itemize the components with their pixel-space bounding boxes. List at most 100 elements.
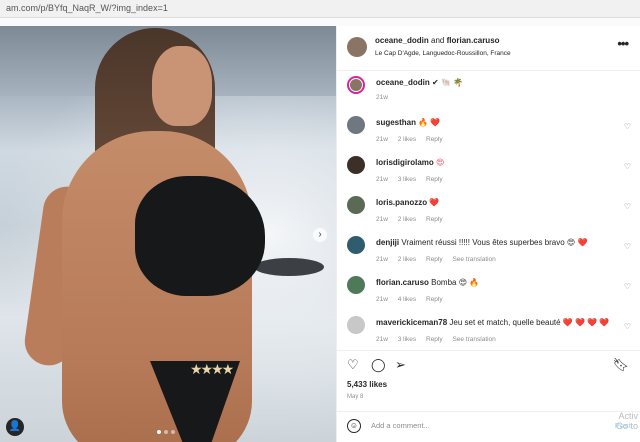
comment-meta: 21w 3 likes Reply See translation (376, 334, 616, 345)
carousel-dot (157, 430, 161, 434)
heart-icon[interactable]: ♡ (347, 357, 359, 373)
comment-likes[interactable]: 2 likes (398, 136, 416, 143)
comments-list[interactable]: oceane_dodin ✔ 🐚 🌴 21w sugesthan 🔥 ❤️ 21… (337, 72, 640, 348)
comment-time: 21w (376, 216, 388, 223)
comment-text: 😍 (436, 158, 445, 167)
post-photo[interactable]: ★★★★ › 👤 (0, 26, 336, 442)
post-actions: ♡ ◯ ➢ 🔖︎ (337, 350, 640, 374)
comment-meta: 21w 3 likes Reply (376, 174, 616, 185)
comment-meta: 21w 2 likes Reply (376, 134, 616, 145)
carousel-dots (157, 430, 175, 434)
comment-text: 🔥 ❤️ (418, 118, 441, 127)
reply-button[interactable]: Reply (426, 136, 443, 143)
post-header: oceane_dodin and florian.caruso Le Cap D… (337, 26, 640, 71)
comment-body: sugesthan 🔥 ❤️ 21w 2 likes Reply (376, 117, 616, 145)
comment-text: ❤️ (429, 198, 440, 207)
url-text: am.com/p/BYfq_NaqR_W/?img_index=1 (6, 3, 168, 13)
comment-meta: 21w 2 likes Reply (376, 214, 616, 225)
reply-button[interactable]: Reply (426, 216, 443, 223)
comment-body: lorisdigirolamo 😍 21w 3 likes Reply (376, 157, 616, 185)
emoji-icon[interactable]: ☺ (347, 419, 361, 433)
carousel-dot (164, 430, 168, 434)
comment-text: ✔ 🐚 🌴 (432, 78, 464, 87)
reply-button[interactable]: Reply (426, 296, 443, 303)
watermark-line: Activ (618, 411, 638, 421)
carousel-dot (171, 430, 175, 434)
comment-likes[interactable]: 3 likes (398, 336, 416, 343)
comment-username[interactable]: lorisdigirolamo (376, 158, 434, 167)
add-comment-bar: ☺ Add a comment... Post (337, 411, 640, 442)
post-date: May 8 (347, 394, 364, 400)
more-icon[interactable]: ••• (617, 36, 629, 51)
comment-text: Bomba 😍 🔥 (431, 278, 480, 287)
heart-icon[interactable]: ♡ (624, 242, 631, 251)
comment-text: Vraiment réussi !!!!! Vous êtes superbes… (401, 238, 588, 247)
comment-text: Jeu set et match, quelle beauté ❤️ ❤️ ❤️… (449, 318, 610, 327)
comment-username[interactable]: florian.caruso (376, 278, 429, 287)
avatar[interactable] (347, 156, 365, 174)
comment-time: 21w (376, 176, 388, 183)
photo-rock (254, 258, 324, 276)
reply-button[interactable]: Reply (426, 176, 443, 183)
photo-face (152, 46, 212, 126)
likes-count[interactable]: 5,433 likes (347, 380, 387, 389)
comment-icon[interactable]: ◯ (371, 357, 386, 373)
heart-icon[interactable]: ♡ (624, 282, 631, 291)
avatar[interactable] (347, 76, 365, 94)
comment-likes[interactable]: 3 likes (398, 176, 416, 183)
share-icon[interactable]: ➢ (395, 357, 406, 373)
avatar[interactable] (347, 116, 365, 134)
comment-time: 21w (376, 296, 388, 303)
photo-swimsuit-top (135, 176, 265, 296)
comment-likes[interactable]: 2 likes (398, 216, 416, 223)
caption-body: oceane_dodin ✔ 🐚 🌴 21w (376, 77, 616, 103)
comment-meta: 21w 2 likes Reply See translation (376, 254, 616, 265)
see-translation-link[interactable]: See translation (452, 256, 495, 263)
comment-time: 21w (376, 94, 388, 101)
post-authors: oceane_dodin and florian.caruso (375, 36, 500, 45)
reply-button[interactable]: Reply (426, 336, 443, 343)
comment-username[interactable]: sugesthan (376, 118, 416, 127)
comment-input[interactable]: Add a comment... (371, 421, 430, 430)
os-activation-watermark: Activ Go to (616, 411, 638, 431)
avatar[interactable] (347, 37, 367, 57)
see-translation-link[interactable]: See translation (452, 336, 495, 343)
location-link[interactable]: Le Cap D'Agde, Languedoc-Roussillon, Fra… (375, 50, 511, 57)
comment-body: maverickiceman78 Jeu set et match, quell… (376, 317, 616, 345)
comment-body: loris.panozzo ❤️ 21w 2 likes Reply (376, 197, 616, 225)
heart-icon[interactable]: ♡ (624, 122, 631, 131)
comment-likes[interactable]: 2 likes (398, 256, 416, 263)
comment-username[interactable]: oceane_dodin (376, 78, 430, 87)
authors-joiner: and (431, 36, 445, 45)
author-link[interactable]: oceane_dodin (375, 36, 429, 45)
comment-body: florian.caruso Bomba 😍 🔥 21w 4 likes Rep… (376, 277, 616, 305)
tag-user-icon[interactable]: 👤 (6, 418, 24, 436)
reply-button[interactable]: Reply (426, 256, 443, 263)
avatar[interactable] (347, 276, 365, 294)
heart-icon[interactable]: ♡ (624, 202, 631, 211)
avatar[interactable] (347, 316, 365, 334)
comment-time: 21w (376, 136, 388, 143)
comment-body: denjiji Vraiment réussi !!!!! Vous êtes … (376, 237, 616, 265)
bookmark-icon[interactable]: 🔖︎ (612, 357, 629, 373)
comment-username[interactable]: maverickiceman78 (376, 318, 447, 327)
next-arrow-icon[interactable]: › (313, 228, 327, 242)
browser-url-bar[interactable]: am.com/p/BYfq_NaqR_W/?img_index=1 (0, 0, 640, 18)
page-top-strip (0, 18, 640, 26)
heart-icon[interactable]: ♡ (624, 162, 631, 171)
caption-meta: 21w (376, 92, 616, 103)
comment-time: 21w (376, 256, 388, 263)
comment-meta: 21w 4 likes Reply (376, 294, 616, 305)
post-dialog: ★★★★ › 👤 oceane_dodin and florian.caruso… (0, 26, 640, 442)
comment-likes[interactable]: 4 likes (398, 296, 416, 303)
comment-username[interactable]: denjiji (376, 238, 399, 247)
heart-icon[interactable]: ♡ (624, 322, 631, 331)
avatar[interactable] (347, 236, 365, 254)
comment-time: 21w (376, 336, 388, 343)
watermark-line: Go to (615, 421, 638, 431)
collab-author-link[interactable]: florian.caruso (447, 36, 500, 45)
photo-starfish-chain: ★★★★ (190, 361, 234, 377)
post-sidebar: oceane_dodin and florian.caruso Le Cap D… (336, 26, 640, 442)
comment-username[interactable]: loris.panozzo (376, 198, 427, 207)
avatar[interactable] (347, 196, 365, 214)
